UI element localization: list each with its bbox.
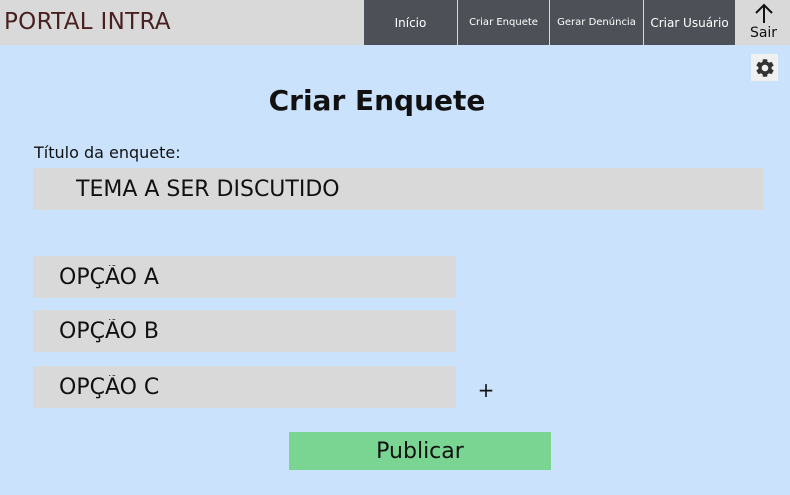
settings-button[interactable] xyxy=(751,54,778,81)
app-title: PORTAL INTRA xyxy=(4,9,171,35)
option-c-input[interactable] xyxy=(33,366,456,408)
top-bar: PORTAL INTRA Início Criar Enquete Gerar … xyxy=(0,0,790,45)
arrow-up-icon xyxy=(754,3,773,23)
poll-title-input[interactable] xyxy=(33,168,763,210)
nav-criar-enquete-button[interactable]: Criar Enquete xyxy=(458,0,549,45)
gear-icon xyxy=(755,58,774,77)
logout-label: Sair xyxy=(749,25,778,41)
logout-button[interactable]: Sair xyxy=(737,0,790,45)
publish-button[interactable]: Publicar xyxy=(289,432,551,470)
nav-criar-usuario-button[interactable]: Criar Usuário xyxy=(644,0,735,45)
option-a-input[interactable] xyxy=(33,256,456,298)
nav-inicio-button[interactable]: Início xyxy=(364,0,457,45)
poll-title-label: Título da enquete: xyxy=(34,143,181,162)
nav-gerar-denuncia-button[interactable]: Gerar Denúncia xyxy=(550,0,643,45)
option-b-input[interactable] xyxy=(33,310,456,352)
add-option-button[interactable]: + xyxy=(476,378,496,402)
page-title: Criar Enquete xyxy=(268,84,486,117)
